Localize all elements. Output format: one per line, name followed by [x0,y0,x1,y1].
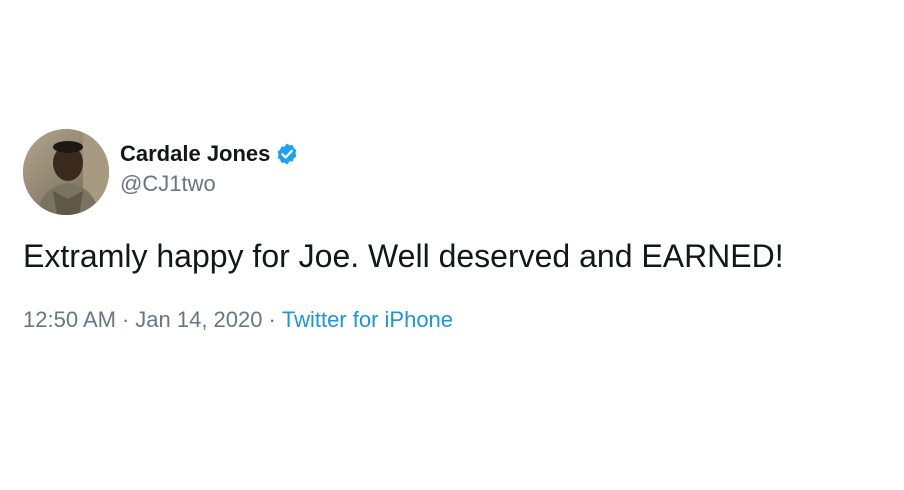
tweet-time[interactable]: 12:50 AM [23,307,116,332]
meta-separator: · [121,307,130,332]
author-names: Cardale Jones @CJ1two [120,140,299,198]
tweet-meta: 12:50 AM · Jan 14, 2020 · Twitter for iPhone [23,306,893,334]
tweet-card: Cardale Jones @CJ1two Extramly happy for… [23,128,893,334]
user-handle[interactable]: @CJ1two [120,170,299,198]
tweet-text: Extramly happy for Joe. Well deserved an… [23,238,784,274]
display-name[interactable]: Cardale Jones [120,140,270,168]
verified-badge-icon [275,142,299,166]
tweet-header: Cardale Jones @CJ1two [23,128,893,216]
avatar[interactable] [23,129,109,215]
meta-separator: · [268,307,276,332]
tweet-source-link[interactable]: Twitter for iPhone [282,307,453,332]
display-name-row: Cardale Jones [120,140,299,168]
tweet-date[interactable]: Jan 14, 2020 [135,307,262,332]
avatar-image [23,129,109,215]
